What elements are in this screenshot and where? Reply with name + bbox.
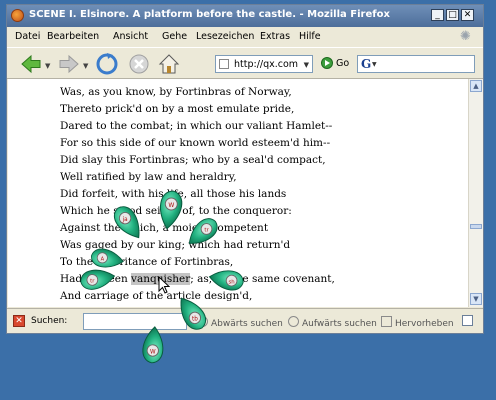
page-content: Was, as you know, by Fortinbras of Norwa… <box>8 79 468 307</box>
throbber-icon: ✺ <box>460 29 471 44</box>
search-bar[interactable]: G ▼ <box>357 55 475 73</box>
mouse-cursor-icon <box>158 276 170 294</box>
find-next-icon <box>197 316 208 327</box>
stop-icon[interactable] <box>127 52 151 76</box>
scroll-up-arrow-icon[interactable]: ▲ <box>470 80 482 92</box>
text-segment: ; as, by the same covenant, <box>190 273 335 285</box>
text-line: Which he stood seized of, to the conquer… <box>60 205 292 217</box>
find-next-label: Abwärts suchen <box>211 319 283 329</box>
highlight-all-button[interactable]: Hervorheben <box>381 316 454 329</box>
text-line: Thereto prick'd on by a most emulate pri… <box>60 103 295 115</box>
back-history-dropdown-icon[interactable]: ▼ <box>45 62 50 70</box>
forward-history-dropdown-icon[interactable]: ▼ <box>83 62 88 70</box>
window-title: SCENE I. Elsinore. A platform before the… <box>29 9 390 20</box>
menu-gehe[interactable]: Gehe <box>162 31 187 42</box>
navigation-toolbar: ▼ ▼ http://qx.com ▼ Go G ▼ <box>7 47 483 79</box>
find-previous-button[interactable]: Aufwärts suchen <box>288 316 377 329</box>
text-line: Did forfeit, with his life, all those hi… <box>60 188 287 200</box>
home-icon[interactable] <box>157 52 181 76</box>
text-line: Was gaged by our king; which had return'… <box>60 239 291 251</box>
menu-extras[interactable]: Extras <box>260 31 290 42</box>
title-bar[interactable]: SCENE I. Elsinore. A platform before the… <box>7 5 483 27</box>
text-line: To the inheritance of Fortinbras, <box>60 256 234 268</box>
menu-bar: Datei Bearbeiten Ansicht Gehe Lesezeiche… <box>7 28 483 46</box>
scroll-down-arrow-icon[interactable]: ▼ <box>470 293 482 305</box>
highlight-icon <box>381 316 392 327</box>
reload-icon[interactable] <box>95 52 119 76</box>
find-previous-label: Aufwärts suchen <box>302 319 377 329</box>
text-segment: Had he been <box>60 273 132 285</box>
text-line: Did slay this Fortinbras; who by a seal'… <box>60 154 326 166</box>
find-bar: ✕ Suchen: Abwärts suchen Aufwärts suchen… <box>7 308 483 334</box>
minimize-button[interactable]: _ <box>431 9 444 21</box>
firefox-icon <box>11 9 24 22</box>
search-engine-dropdown-icon[interactable]: ▼ <box>372 61 377 68</box>
menu-datei[interactable]: Datei <box>15 31 40 42</box>
highlight-label: Hervorheben <box>395 319 454 329</box>
go-button[interactable]: Go <box>336 58 349 69</box>
maximize-button[interactable]: □ <box>446 9 459 21</box>
menu-lesezeichen[interactable]: Lesezeichen <box>196 31 254 42</box>
menu-bearbeiten[interactable]: Bearbeiten <box>47 31 99 42</box>
vertical-scrollbar[interactable]: ▲ ▼ <box>468 79 483 307</box>
text-line: For so this side of our known world este… <box>60 137 331 149</box>
go-icon[interactable] <box>321 57 333 69</box>
url-text[interactable]: http://qx.com <box>234 59 298 70</box>
text-line: Dared to the combat; in which our valian… <box>60 120 333 132</box>
text-line: Well ratified by law and heraldry, <box>60 171 237 183</box>
scroll-thumb[interactable] <box>470 224 482 229</box>
find-close-icon[interactable]: ✕ <box>13 315 25 327</box>
text-line: Was, as you know, by Fortinbras of Norwa… <box>60 86 292 98</box>
page-icon <box>219 59 229 69</box>
text-line-selected: Had he been vanquisher; as, by the same … <box>60 273 335 285</box>
close-button[interactable]: ✕ <box>461 9 474 21</box>
search-engine-icon[interactable]: G <box>361 57 371 71</box>
find-checkbox[interactable] <box>462 315 473 326</box>
find-previous-icon <box>288 316 299 327</box>
browser-window: SCENE I. Elsinore. A platform before the… <box>6 4 484 334</box>
forward-arrow-icon[interactable] <box>57 52 81 76</box>
menu-hilfe[interactable]: Hilfe <box>299 31 321 42</box>
text-line: Against the which, a moiety competent <box>60 222 269 234</box>
url-bar[interactable]: http://qx.com ▼ <box>215 55 313 73</box>
back-arrow-icon[interactable] <box>19 52 43 76</box>
find-label: Suchen: <box>31 316 68 326</box>
find-input[interactable] <box>83 313 187 330</box>
menu-ansicht[interactable]: Ansicht <box>113 31 148 42</box>
text-line: And carriage of the article design'd, <box>60 290 253 302</box>
url-dropdown-icon[interactable]: ▼ <box>304 61 309 69</box>
find-next-button[interactable]: Abwärts suchen <box>197 316 283 329</box>
